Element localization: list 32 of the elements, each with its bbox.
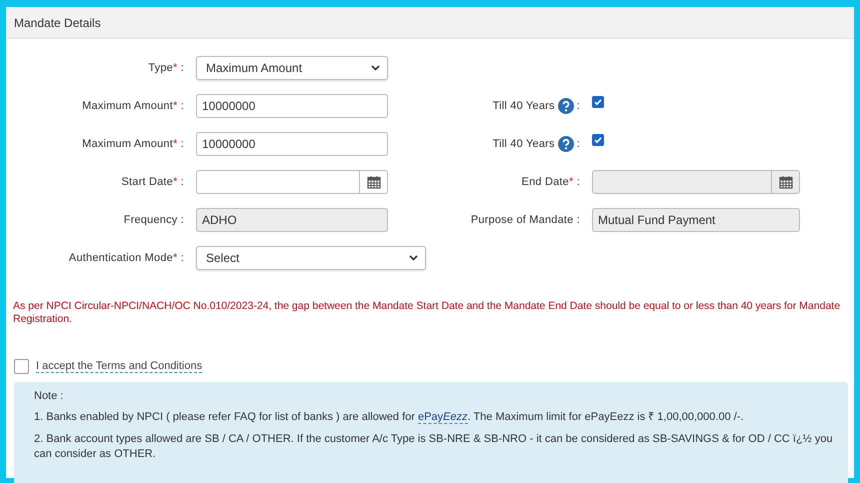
separator: : <box>576 100 580 112</box>
field-label: Authentication Mode* : <box>68 252 184 264</box>
field-label: End Date* : <box>520 176 580 188</box>
chevron-icon <box>371 64 380 70</box>
epayeezz-link[interactable]: ePayEezz <box>418 411 468 424</box>
checkbox[interactable] <box>592 134 604 146</box>
input-field[interactable]: 10000000 <box>196 132 388 156</box>
note-text: 2. Bank account types allowed are SB / CA / OTHER. If the customer A/c Type is SB-NRE & SB-NRO - it can be considered as SB-SAVINGS & for OD / CC ï¿½ you can consider as OTHER. <box>34 432 834 462</box>
terms-link[interactable]: I accept the Terms and Conditions <box>36 360 202 373</box>
dropdown[interactable]: Select <box>196 246 426 270</box>
date-field[interactable] <box>196 170 388 194</box>
chevron-icon <box>409 254 418 260</box>
field-label: Maximum Amount* : <box>81 100 184 112</box>
field-label: Purpose of Mandate : <box>470 214 580 226</box>
field-label: Start Date* : <box>120 176 184 188</box>
note-title: Note : <box>34 390 64 402</box>
checkbox[interactable] <box>592 96 604 108</box>
panel-title: Mandate Details <box>14 16 101 30</box>
field-label: Till 40 Years <box>492 138 555 150</box>
field-label: Type* : <box>147 62 184 74</box>
field-label: Frequency : <box>122 214 184 226</box>
calendar-icon[interactable] <box>366 174 380 188</box>
help-icon[interactable] <box>558 98 574 114</box>
warning-text: As per NPCI Circular-NPCI/NACH/OC No.010/2023-24, the gap between the Mandate Start Date and the Mandate End Date should be equal to or less than 40 years for Mandate Registration. <box>13 300 842 326</box>
field-label: Till 40 Years <box>492 100 555 112</box>
help-icon[interactable] <box>558 136 574 152</box>
separator: : <box>576 138 580 150</box>
checkbox[interactable] <box>14 359 29 374</box>
dropdown[interactable]: Maximum Amount <box>196 56 388 80</box>
field-label: Maximum Amount* : <box>81 138 184 150</box>
note-text: 1. Banks enabled by NPCI ( please refer FAQ for list of banks ) are allowed for ePayEezz. The Maximum limit for ePayEezz is ₹ 1,00,00,000.00 /-. <box>34 410 745 425</box>
input-field[interactable]: 10000000 <box>196 94 388 118</box>
